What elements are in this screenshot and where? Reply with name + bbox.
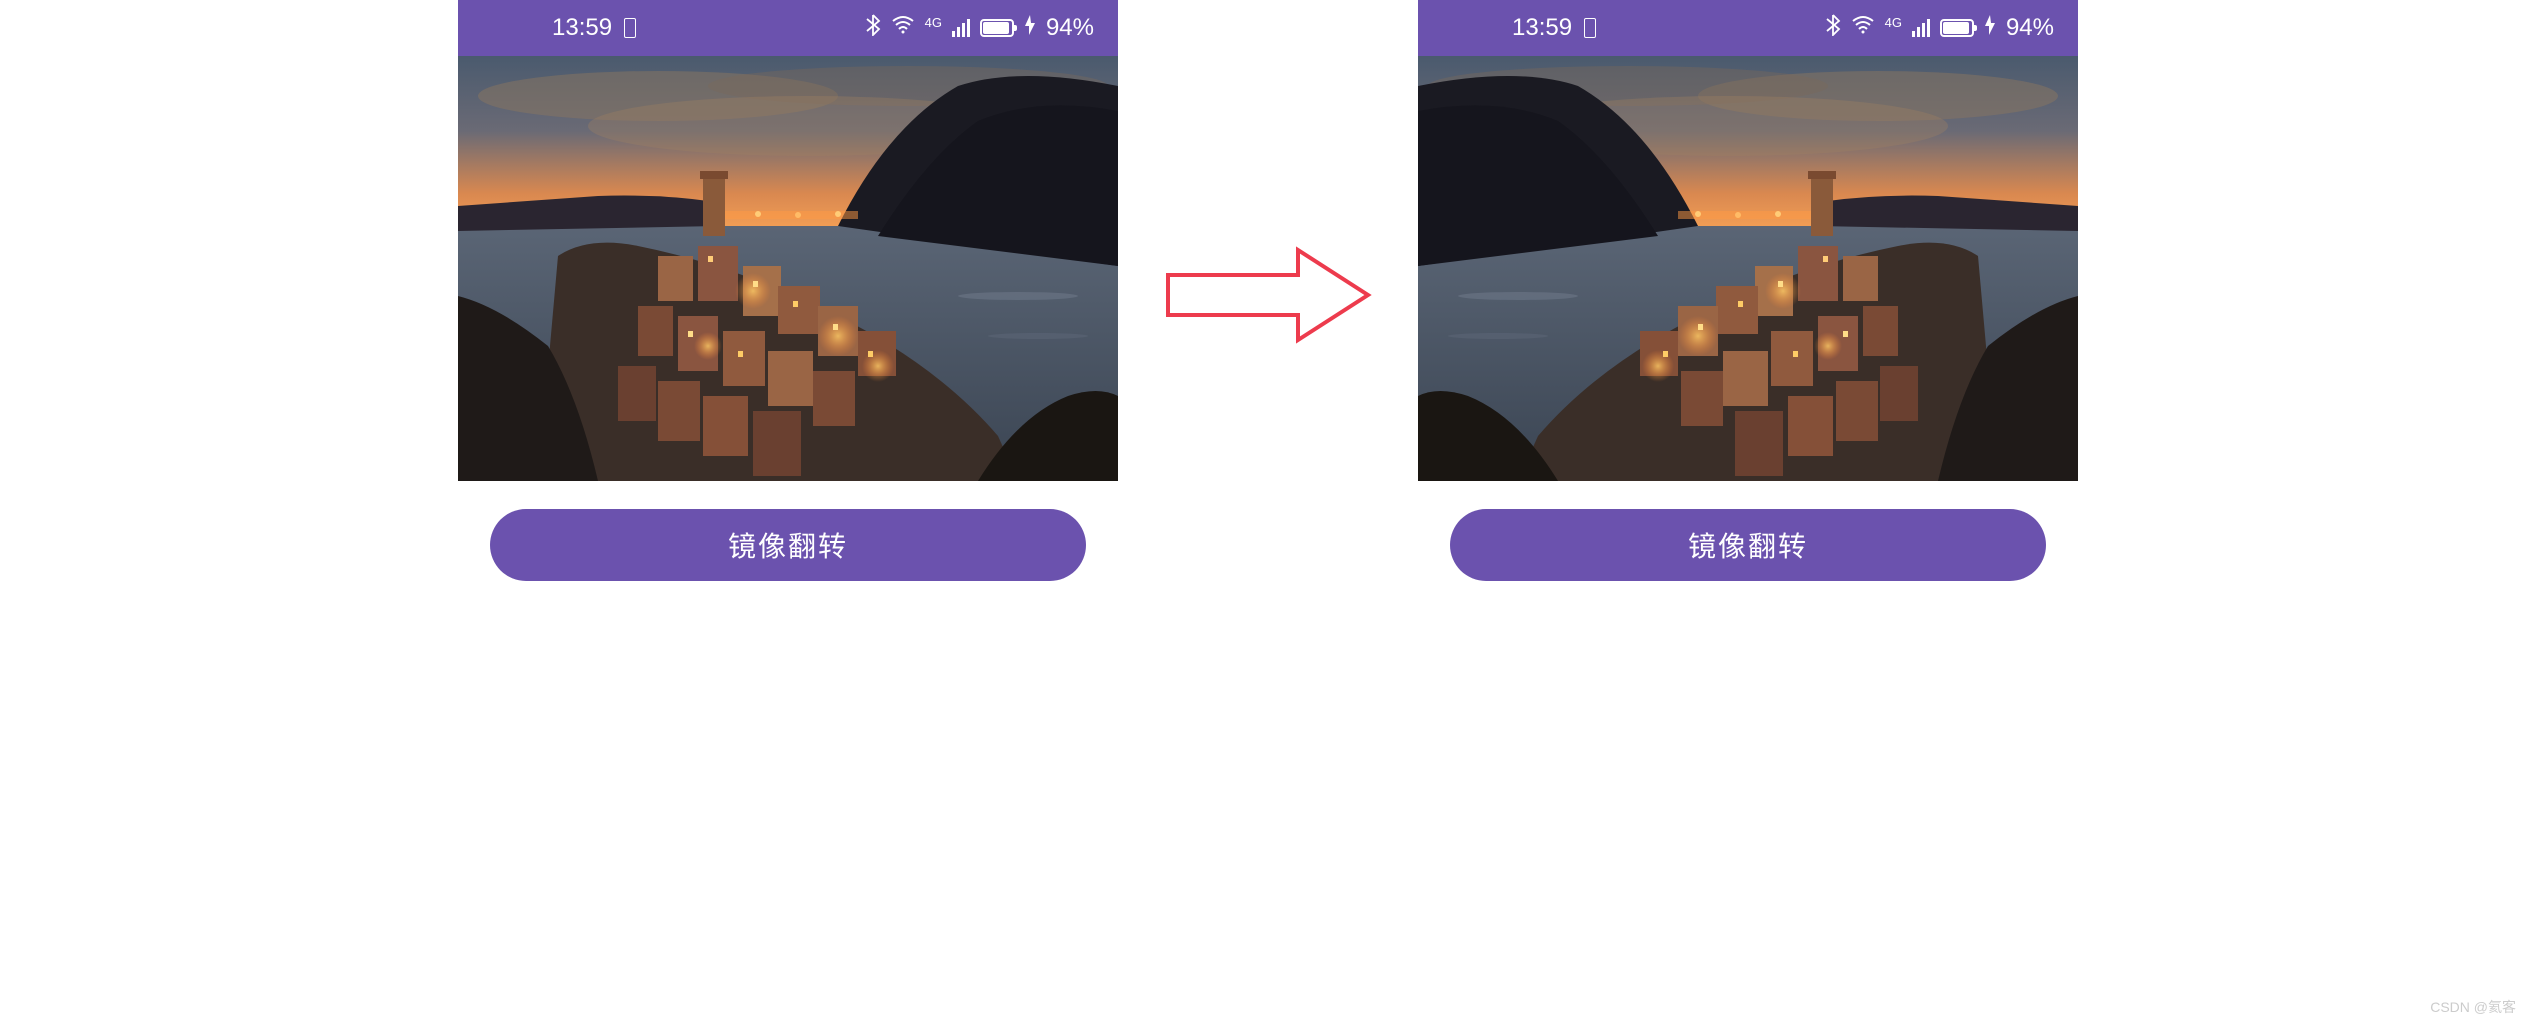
transition-arrow-container (1158, 0, 1378, 355)
charging-icon (1984, 14, 1996, 42)
charging-icon (1024, 14, 1036, 42)
status-bar-right: 4G 94% (865, 14, 1094, 43)
mirror-flip-button[interactable]: 镜像翻转 (1450, 509, 2046, 581)
status-time: 13:59 (1512, 14, 1572, 42)
battery-percent: 94% (1046, 14, 1094, 42)
status-bar-left: 13:59 (1442, 14, 1596, 42)
network-type-label: 4G (925, 16, 942, 29)
status-bar-right: 4G 94% (1825, 14, 2054, 43)
wifi-icon (891, 14, 915, 42)
wifi-icon (1851, 14, 1875, 42)
bluetooth-icon (1825, 14, 1841, 43)
image-preview-mirrored (1418, 56, 2078, 481)
watermark-text: CSDN @氦客 (2430, 997, 2516, 1017)
arrow-right-icon (1158, 235, 1378, 355)
phone-screen-after: 13:59 4G (1418, 0, 2078, 609)
notification-icon (624, 18, 636, 38)
status-time: 13:59 (552, 14, 612, 42)
battery-icon (1940, 19, 1974, 37)
battery-percent: 94% (2006, 14, 2054, 42)
landscape-image-mirrored (1418, 56, 2078, 481)
mirror-flip-button[interactable]: 镜像翻转 (490, 509, 1086, 581)
signal-icon (1912, 19, 1930, 37)
battery-icon (980, 19, 1014, 37)
status-bar-left: 13:59 (482, 14, 636, 42)
notification-icon (1584, 18, 1596, 38)
status-bar: 13:59 4G (1418, 0, 2078, 56)
button-area: 镜像翻转 (1418, 481, 2078, 609)
landscape-image (458, 56, 1118, 481)
image-preview (458, 56, 1118, 481)
bluetooth-icon (865, 14, 881, 43)
network-type-label: 4G (1885, 16, 1902, 29)
phone-screen-before: 13:59 4G (458, 0, 1118, 609)
signal-icon (952, 19, 970, 37)
status-bar: 13:59 4G (458, 0, 1118, 56)
button-area: 镜像翻转 (458, 481, 1118, 609)
